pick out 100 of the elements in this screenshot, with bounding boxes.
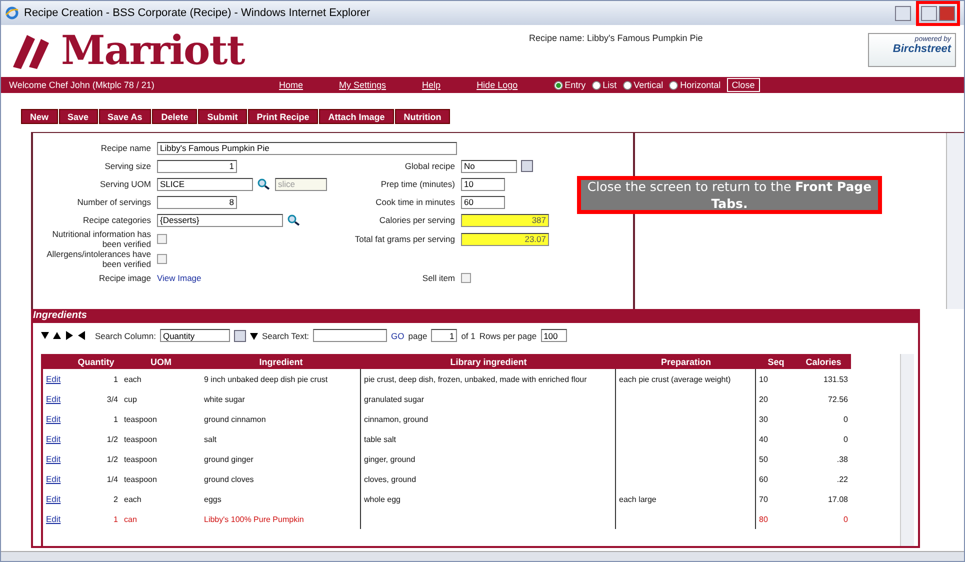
column-header: Library ingredient [361,354,616,369]
edit-link[interactable]: Edit [46,434,61,444]
table-cell-text: 3/4 [106,394,119,406]
toolbar-button[interactable]: Attach Image [319,109,394,124]
view-option[interactable]: Vertical [622,80,664,90]
field-label: Total fat grams per serving [354,234,455,244]
view-option[interactable]: List [592,80,617,90]
recipe-name: Recipe name: Libby's Famous Pumpkin Pie [529,33,704,43]
search-icon[interactable] [287,214,301,226]
edit-link[interactable]: Edit [46,394,61,404]
toolbar-button[interactable]: New [21,109,58,124]
input-field[interactable]: 1 [157,160,237,172]
input-field[interactable]: {Desserts} [157,214,283,226]
table-cell-text: 0 [842,514,849,526]
rows-per-page-field[interactable]: 100 [540,329,567,342]
table-cell-text: 50 [758,454,769,466]
table-cell-text: 80 [758,514,769,526]
toolbar-button[interactable]: Print Recipe [248,109,318,124]
column-header: Quantity [71,354,121,369]
field-label: Global recipe [404,161,455,171]
table-cell-text: can [123,514,138,526]
toolbar-button[interactable]: Nutrition [394,109,450,124]
search-field[interactable] [313,329,388,342]
column-header: Ingredient [201,354,361,369]
nav-link[interactable]: Home [279,80,304,90]
search-icon[interactable] [257,178,271,190]
table-cell: ground ginger [201,449,361,469]
sort-down-icon[interactable] [250,332,258,340]
nav-link[interactable]: Help [422,80,441,90]
field-label: Recipe image [98,273,151,283]
nav-link[interactable]: My Settings [339,80,386,90]
callout-note: Close the screen to return to the Front Page Tabs. [577,176,882,214]
column-header: UOM [121,354,201,369]
checkbox[interactable] [157,234,167,244]
edit-link[interactable]: Edit [46,514,61,524]
dropdown-field[interactable]: No [461,160,517,172]
toolbar-button[interactable]: Save As [98,109,152,124]
table-cell: ginger, ground [361,449,616,469]
field-label: Recipe categories [82,215,151,225]
input-field[interactable]: SLICE [157,178,253,190]
view-option[interactable]: Entry [554,80,586,90]
input-field[interactable]: 8 [157,196,237,208]
rows-per-page-label: Rows per page [479,330,537,340]
toolbar-button[interactable]: Delete [152,109,198,124]
readonly-field: 23.07 [461,232,549,246]
radio-button[interactable] [622,80,632,90]
scrollbar[interactable] [900,354,914,546]
checkbox[interactable] [461,273,471,283]
table-cell: Libby's 100% Pure Pumpkin [201,509,361,529]
dropdown-button[interactable] [521,160,533,172]
field-label: Serving size [104,161,151,171]
dropdown-field[interactable]: Quantity [160,329,230,342]
readonly-field: 387 [461,214,549,226]
table-cell-text: each [123,494,142,506]
table-cell-text: .22 [836,474,849,486]
search-text-label: Search Text: [262,330,310,340]
ingredients-header: Ingredients [31,309,920,322]
table-cell-text: 72.56 [826,394,849,406]
close-button[interactable]: Close [726,78,760,92]
edit-link[interactable]: Edit [46,454,61,464]
page-field[interactable]: 1 [431,329,458,342]
radio-button[interactable] [554,80,563,90]
checkbox[interactable] [157,254,167,264]
nav-link[interactable]: Hide Logo [476,80,518,90]
field-label: Prep time (minutes) [380,179,455,189]
field-label: Nutritional information has been verified [51,229,151,249]
table-cell: white sugar [201,389,361,409]
dropdown-button[interactable] [234,330,246,342]
edit-link[interactable]: Edit [46,474,61,484]
table-cell-text: each [123,374,142,386]
table-cell-text: 1/4 [106,474,119,486]
input-field[interactable]: Libby's Famous Pumpkin Pie [157,142,457,154]
table-cell-text: 30 [758,414,769,426]
radio-button[interactable] [669,80,678,90]
table-cell: granulated sugar [361,389,616,409]
table-cell-text: 1/2 [106,454,119,466]
edit-link[interactable]: Edit [46,494,61,504]
input-field[interactable]: 60 [461,196,505,208]
radio-button[interactable] [592,80,601,90]
table-cell-text: .38 [836,454,849,466]
view-option[interactable]: Horizontal [669,80,721,90]
edit-link[interactable]: Edit [46,374,61,384]
edit-link[interactable]: Edit [46,414,61,424]
close-button[interactable] [939,6,955,20]
table-cell: ground cloves [201,469,361,489]
field-label: Number of servings [76,197,151,207]
minimize-button[interactable] [895,6,911,20]
table-cell: ground cinnamon [201,409,361,429]
table-cell-text: 2 [112,494,119,506]
input-field[interactable]: 10 [461,178,505,190]
toolbar-button[interactable]: Submit [198,109,247,124]
go-link[interactable]: GO [391,330,404,340]
table-cell-text: 1 [112,374,119,386]
view-image-link[interactable]: View Image [157,273,202,283]
table-cell-text: 70 [758,494,769,506]
table-cell: eggs [201,489,361,509]
maximize-button[interactable] [921,6,937,20]
toolbar-button[interactable]: Save [58,109,98,124]
scrollbar[interactable] [946,133,964,309]
table-cell: cloves, ground [361,469,616,489]
